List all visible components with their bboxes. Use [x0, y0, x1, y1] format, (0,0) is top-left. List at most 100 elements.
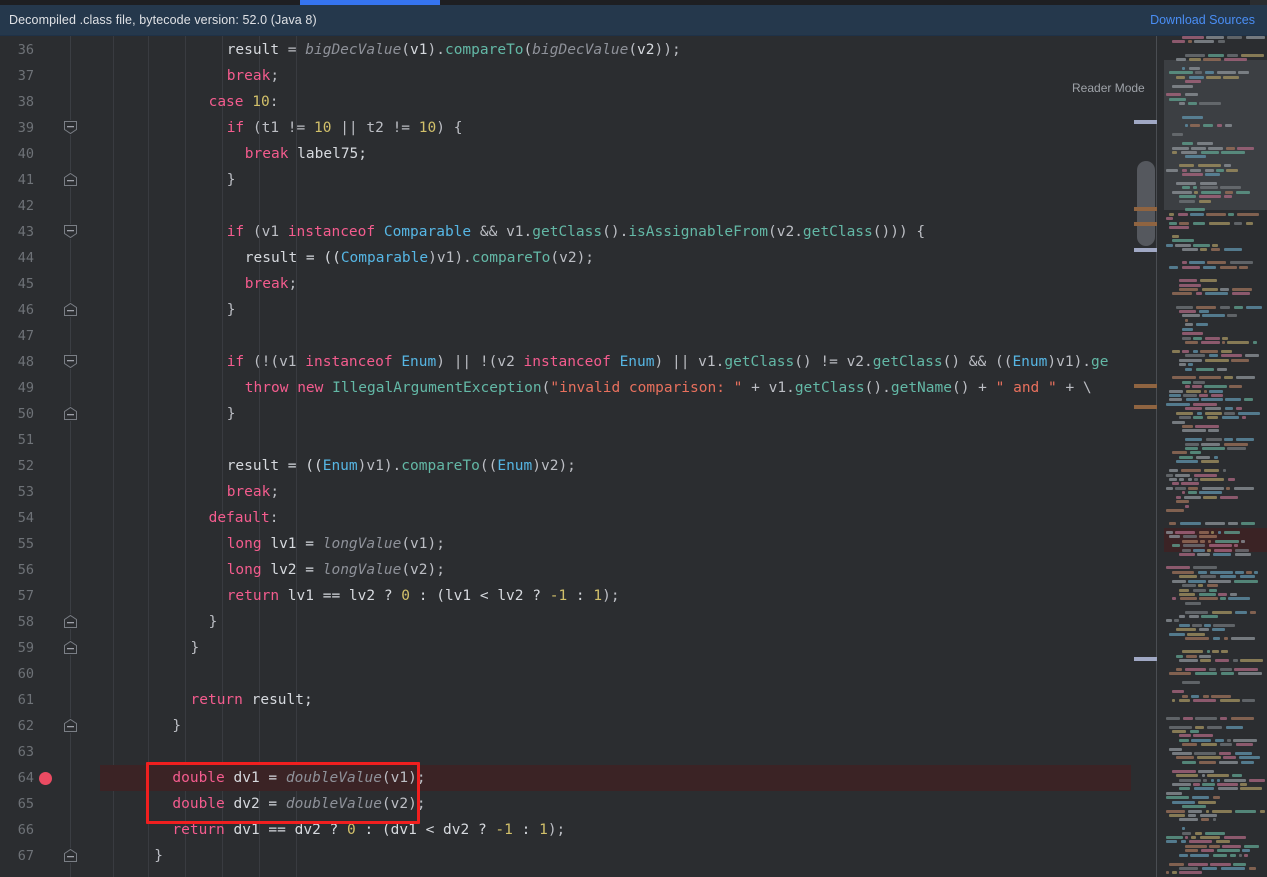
- code-token: longValue: [322, 562, 402, 578]
- minimap-code-block: [1188, 478, 1193, 481]
- code-line[interactable]: long lv2 = longValue(v2);: [227, 557, 445, 583]
- fold-collapse-icon[interactable]: [63, 354, 78, 369]
- code-line[interactable]: default:: [209, 505, 279, 531]
- code-token: =: [287, 42, 306, 58]
- code-line[interactable]: result = ((Enum)v1).compareTo((Enum)v2);: [227, 453, 576, 479]
- code-line[interactable]: return result;: [191, 687, 313, 713]
- code-token: dv1 == dv2 ?: [233, 822, 347, 838]
- minimap-code-block: [1238, 71, 1250, 75]
- code-line[interactable]: double dv2 = doubleValue(v2);: [172, 791, 425, 817]
- code-line[interactable]: return dv1 == dv2 ? 0 : (dv1 < dv2 ? -1 …: [172, 817, 565, 843]
- fold-expand-icon[interactable]: [63, 614, 78, 629]
- scrollbar-marker[interactable]: [1134, 207, 1157, 211]
- breakpoint-marker[interactable]: [39, 772, 52, 785]
- minimap-code-block: [1169, 813, 1186, 817]
- scrollbar-marker[interactable]: [1134, 384, 1157, 388]
- code-token: :: [512, 822, 540, 838]
- minimap-code-block: [1232, 738, 1257, 742]
- fold-expand-icon[interactable]: [63, 406, 78, 421]
- reader-mode-label[interactable]: Reader Mode: [1072, 81, 1145, 95]
- fold-expand-icon[interactable]: [63, 640, 78, 655]
- fold-expand-icon[interactable]: [63, 848, 78, 863]
- idea-editor-window: Decompiled .class file, bytecode version…: [0, 0, 1267, 877]
- code-line[interactable]: long lv1 = longValue(v1);: [227, 531, 445, 557]
- minimap-code-block: [1208, 588, 1217, 592]
- fold-expand-icon[interactable]: [63, 172, 78, 187]
- download-sources-link[interactable]: Download Sources: [1150, 13, 1255, 27]
- code-line[interactable]: if (!(v1 instanceof Enum) || !(v2 instan…: [227, 349, 1109, 375]
- scrollbar-thumb[interactable]: [1137, 161, 1155, 246]
- code-line[interactable]: return lv1 == lv2 ? 0 : (lv1 < lv2 ? -1 …: [227, 583, 620, 609]
- scrollbar-marker-rail[interactable]: [1131, 36, 1164, 877]
- minimap-code-block: [1190, 729, 1200, 733]
- fold-expand-icon[interactable]: [63, 302, 78, 317]
- scrollbar-marker[interactable]: [1134, 248, 1157, 252]
- scrollbar-marker[interactable]: [1134, 657, 1157, 661]
- code-line[interactable]: break label75;: [245, 141, 367, 167]
- minimap-code-block: [1182, 827, 1185, 831]
- code-line[interactable]: }: [227, 167, 236, 193]
- minimap-code-block: [1201, 743, 1217, 747]
- minimap-code-block: [1182, 336, 1191, 340]
- minimap-code-block: [1185, 155, 1207, 159]
- minimap-code-block: [1234, 553, 1251, 557]
- line-number: 59: [17, 640, 34, 656]
- code-token: Comparable: [383, 224, 472, 240]
- code-line[interactable]: }: [209, 609, 218, 635]
- code-line[interactable]: }: [227, 297, 236, 323]
- code-token: instanceof: [305, 354, 402, 370]
- line-number: 48: [17, 354, 34, 370]
- minimap-code-block: [1169, 478, 1178, 481]
- code-line[interactable]: result = ((Comparable)v1).compareTo(v2);: [245, 245, 594, 271]
- minimap-code-block: [1234, 221, 1243, 225]
- code-line[interactable]: double dv1 = doubleValue(v1);: [172, 765, 425, 791]
- minimap-code-block: [1175, 473, 1190, 477]
- code-line[interactable]: break;: [227, 479, 279, 505]
- minimap-code-block: [1185, 323, 1194, 327]
- minimap-code-block: [1219, 305, 1230, 309]
- minimap-code-block: [1182, 186, 1190, 190]
- code-line[interactable]: result = bigDecValue(v1).compareTo(bigDe…: [227, 37, 681, 63]
- minimap-code-block: [1190, 124, 1201, 128]
- scrollbar-marker[interactable]: [1134, 120, 1157, 124]
- code-token: ;: [270, 68, 280, 84]
- code-line[interactable]: }: [227, 401, 236, 427]
- minimap-code-block: [1234, 579, 1259, 583]
- code-line[interactable]: if (t1 != 10 || t2 != 10) {: [227, 115, 463, 141]
- fold-expand-icon[interactable]: [63, 718, 78, 733]
- minimap-code-block: [1235, 570, 1245, 574]
- code-editor[interactable]: 36 37 38 39 40 41 42 43 44 45 46 47 48 49 50 51 52 53 54 55…: [0, 36, 1267, 877]
- fold-collapse-icon[interactable]: [63, 120, 78, 135]
- code-line[interactable]: break;: [245, 271, 297, 297]
- minimap-code-block: [1204, 389, 1208, 393]
- minimap-code-block: [1193, 349, 1199, 353]
- minimap-code-block: [1245, 305, 1262, 309]
- code-line[interactable]: throw new IllegalArgumentException("inva…: [245, 375, 1092, 401]
- fold-collapse-icon[interactable]: [63, 224, 78, 239]
- code-token: :: [269, 94, 279, 110]
- code-line[interactable]: }: [172, 713, 181, 739]
- editor-gutter[interactable]: 36 37 38 39 40 41 42 43 44 45 46 47 48 49 50 51 52 53 54 55…: [0, 36, 100, 877]
- minimap-code-block: [1208, 146, 1224, 150]
- code-line[interactable]: }: [154, 843, 163, 869]
- minimap-code-block: [1194, 752, 1217, 756]
- code-line[interactable]: }: [191, 635, 200, 661]
- code-line[interactable]: break;: [227, 63, 279, 89]
- minimap-code-block: [1172, 871, 1177, 875]
- scrollbar-marker[interactable]: [1134, 405, 1157, 409]
- code-canvas[interactable]: result = bigDecValue(v1).compareTo(bigDe…: [100, 36, 1164, 877]
- code-line[interactable]: case 10:: [209, 89, 279, 115]
- code-token: label75;: [288, 146, 368, 162]
- line-number: 60: [17, 666, 34, 682]
- minimap-code-block: [1224, 637, 1229, 641]
- code-token: double: [172, 796, 234, 812]
- minimap-code-block: [1226, 486, 1230, 490]
- minimap-code-block: [1254, 570, 1259, 574]
- code-line[interactable]: if (v1 instanceof Comparable && v1.getCl…: [227, 219, 925, 245]
- minimap-code-block: [1172, 752, 1193, 756]
- minimap-code-block: [1231, 716, 1254, 720]
- minimap-code-block: [1198, 800, 1217, 804]
- code-minimap[interactable]: [1164, 36, 1267, 877]
- minimap-code-block: [1182, 173, 1203, 177]
- scrollbar-marker[interactable]: [1134, 222, 1157, 226]
